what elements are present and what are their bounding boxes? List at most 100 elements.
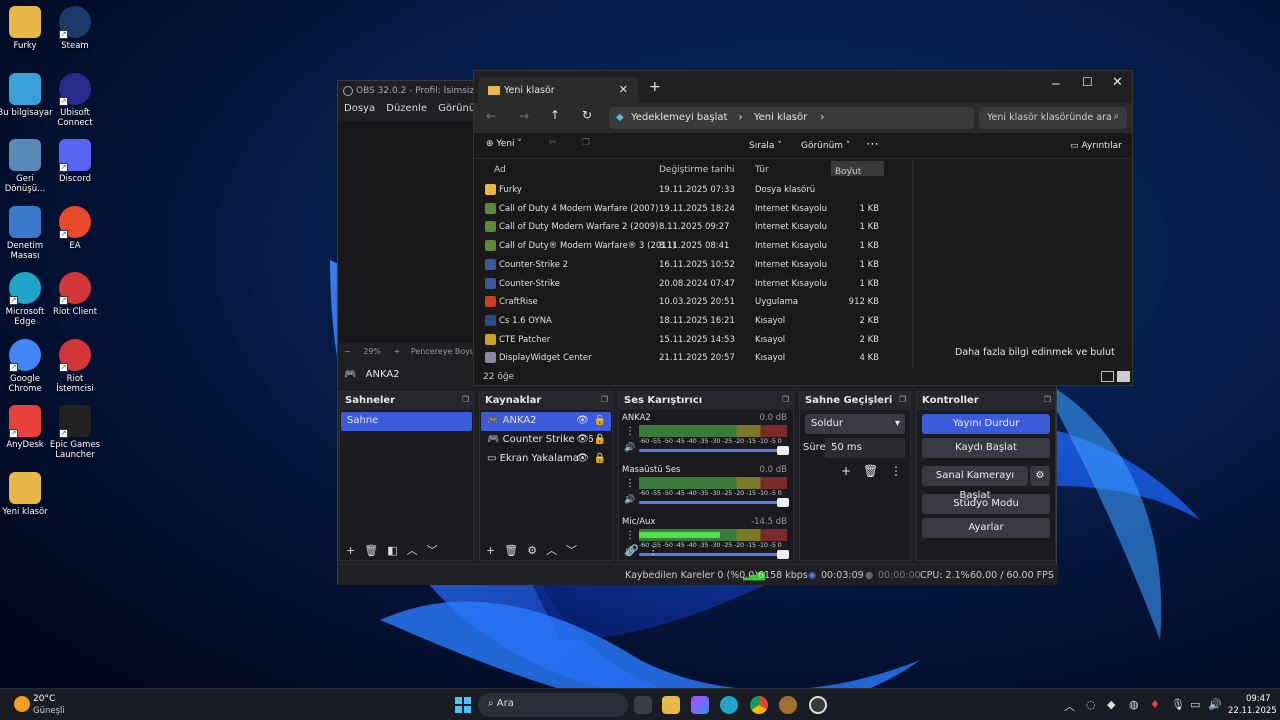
eye-icon[interactable]: 👁	[576, 434, 589, 445]
search-box[interactable]: Yeni klasör klasöründe ara ⌕	[979, 107, 1127, 129]
desktop-icon[interactable]: Geri Dönüşü...	[0, 139, 53, 194]
network-icon[interactable]: ▭	[1190, 698, 1200, 711]
tray-app-icon[interactable]: ♦	[1150, 698, 1160, 711]
tray-app-icon[interactable]: ◌	[1086, 698, 1096, 711]
breadcrumb-item[interactable]: Yeni klasör	[754, 112, 807, 123]
sort-button[interactable]: Sırala ˅	[749, 141, 782, 151]
lock-icon[interactable]: 🔒	[594, 434, 606, 445]
tray-app-icon[interactable]: ◍	[1129, 698, 1139, 711]
more-options-icon[interactable]: ⋯	[866, 137, 879, 152]
transition-select[interactable]: Soldur ▾	[805, 414, 905, 434]
desktop-icon[interactable]: ↗ EA	[47, 205, 103, 251]
maximize-icon[interactable]: ☐	[1082, 75, 1093, 89]
breadcrumb[interactable]: ◆ Yedeklemeyi başlat › Yeni klasör ›	[609, 107, 974, 129]
remove-transition-icon[interactable]: 🗑	[863, 464, 878, 478]
slider-handle[interactable]	[777, 498, 789, 507]
desktop-icon[interactable]: ↗ AnyDesk	[0, 405, 53, 450]
move-up-icon[interactable]: ︿	[546, 542, 557, 558]
minimize-icon[interactable]: ─	[1052, 77, 1059, 91]
desktop-icon[interactable]: ↗ Epic Games Launcher	[47, 405, 103, 460]
move-up-icon[interactable]: ︿	[407, 542, 418, 558]
move-down-icon[interactable]: ﹀	[566, 542, 577, 558]
edge-icon[interactable]	[720, 696, 738, 714]
file-row[interactable]: Counter-Strike 2 16.11.2025 10:52 Internet…	[474, 256, 912, 274]
scene-item[interactable]: Sahne	[341, 412, 472, 431]
more-icon[interactable]: ⋮	[625, 478, 635, 489]
add-scene-icon[interactable]: +	[346, 544, 355, 557]
new-tab-icon[interactable]: +	[649, 79, 661, 95]
source-settings-icon[interactable]: ⚙	[527, 544, 537, 557]
file-row[interactable]: CTE Patcher 15.11.2025 14:53 Kısayol 2 KB	[474, 331, 912, 349]
duration-field[interactable]: 50 ms	[825, 438, 905, 458]
menu-duzenle[interactable]: Düzenle	[386, 103, 427, 114]
task-view-icon[interactable]	[634, 696, 652, 714]
chrome-icon[interactable]	[750, 696, 768, 714]
details-button[interactable]: ▭ Ayrıntılar	[1070, 141, 1122, 151]
desktop-icon[interactable]: Bu bilgisayar	[0, 72, 53, 118]
refresh-icon[interactable]: ↻	[582, 108, 592, 122]
lock-icon[interactable]: 🔒	[594, 453, 606, 464]
start-record-button[interactable]: Kaydı Başlat	[922, 438, 1050, 458]
lock-icon[interactable]: 🔒	[594, 415, 606, 426]
game-app-icon[interactable]	[779, 696, 797, 714]
desktop-icon[interactable]: Yeni klasör	[0, 471, 53, 517]
forward-icon[interactable]: →	[519, 109, 529, 123]
weather-temp[interactable]: 20°C	[33, 694, 55, 704]
up-icon[interactable]: ↑	[550, 108, 560, 122]
move-down-icon[interactable]: ﹀	[427, 542, 438, 558]
view-button[interactable]: Görünüm ˅	[801, 141, 850, 151]
float-dock-icon[interactable]: ❐	[782, 395, 789, 404]
volume-slider[interactable]	[639, 498, 789, 507]
file-row[interactable]: DisplayWidget Center 21.11.2025 20:57 Kısa…	[474, 349, 912, 367]
menu-dosya[interactable]: Dosya	[344, 103, 375, 114]
source-item[interactable]: ▭ Ekran Yakalama 👁 🔒	[481, 450, 611, 469]
volume-icon[interactable]: 🔊	[1208, 698, 1222, 711]
explorer-window[interactable]: Yeni klasör ✕ + ─ ☐ ✕ ← → ↑ ↻ ◆ Yedeklem…	[473, 70, 1133, 386]
eye-icon[interactable]: 👁	[576, 453, 589, 464]
desktop-icon[interactable]: ↗ Riot İstemcisi	[47, 338, 103, 394]
float-dock-icon[interactable]: ❐	[462, 395, 469, 404]
volume-icon[interactable]: 🔊	[624, 443, 635, 453]
taskbar-search[interactable]: ⌕ Ara	[478, 693, 628, 717]
cut-icon[interactable]: ✂	[549, 138, 557, 148]
file-row[interactable]: Call of Duty 4 Modern Warfare (2007) 19.1…	[474, 200, 912, 218]
back-icon[interactable]: ←	[486, 109, 496, 123]
file-row[interactable]: Call of Duty Modern Warfare 2 (2009) 8.11…	[474, 218, 912, 236]
file-row[interactable]: CraftRise 10.03.2025 20:51 Uygulama 912 KB	[474, 293, 912, 311]
float-dock-icon[interactable]: ❐	[601, 395, 608, 404]
tiles-view-icon[interactable]	[1117, 371, 1130, 382]
steam-tray-icon[interactable]: ◆	[1107, 698, 1115, 711]
desktop-icon[interactable]: ↗ Microsoft Edge	[0, 272, 53, 327]
desktop-icon[interactable]: Denetim Masası	[0, 205, 53, 261]
slider-handle[interactable]	[777, 446, 789, 455]
file-explorer-icon[interactable]	[662, 696, 680, 714]
microphone-icon[interactable]: 🎙	[1171, 698, 1185, 711]
start-icon[interactable]	[455, 697, 471, 713]
copilot-icon[interactable]	[691, 696, 709, 714]
desktop-icon[interactable]: ↗ Steam	[47, 6, 103, 51]
chevron-up-icon[interactable]: ︿	[1064, 698, 1075, 714]
zoom-in-button[interactable]: +	[394, 347, 401, 356]
source-item[interactable]: 🎮 ANKA2 👁 🔒	[481, 412, 611, 431]
desktop-icon[interactable]: ↗ Ubisoft Connect	[47, 72, 103, 128]
add-transition-icon[interactable]: +	[841, 464, 851, 478]
obs-icon[interactable]	[809, 696, 827, 714]
clock-time[interactable]: 09:47	[1246, 694, 1271, 704]
more-icon[interactable]: ⋮	[890, 464, 902, 478]
file-row[interactable]: Call of Duty® Modern Warfare® 3 (2011) 8.…	[474, 237, 912, 255]
volume-slider[interactable]	[639, 446, 789, 455]
float-dock-icon[interactable]: ❐	[899, 395, 906, 404]
source-item[interactable]: 🎮 Counter Strike 1.6 J 👁 🔒	[481, 431, 611, 450]
details-view-icon[interactable]	[1101, 371, 1114, 382]
new-button[interactable]: ⊕ Yeni ˅	[486, 139, 522, 149]
add-source-icon[interactable]: +	[486, 544, 495, 557]
stop-stream-button[interactable]: Yayını Durdur	[922, 414, 1050, 434]
remove-scene-icon[interactable]: 🗑	[364, 544, 378, 557]
column-name[interactable]: Ad	[494, 165, 506, 175]
close-tab-icon[interactable]: ✕	[619, 83, 628, 96]
file-row[interactable]: Cs 1.6 OYNA 18.11.2025 16:21 Kısayol 2 KB	[474, 312, 912, 330]
file-row[interactable]: Counter-Strike 20.08.2024 07:47 Internet K…	[474, 275, 912, 293]
more-icon[interactable]: ⋮	[625, 426, 635, 437]
desktop-icon[interactable]: ↗ Riot Client	[47, 272, 103, 317]
file-row[interactable]: Furky 19.11.2025 07:33 Dosya klasörü	[474, 181, 912, 199]
